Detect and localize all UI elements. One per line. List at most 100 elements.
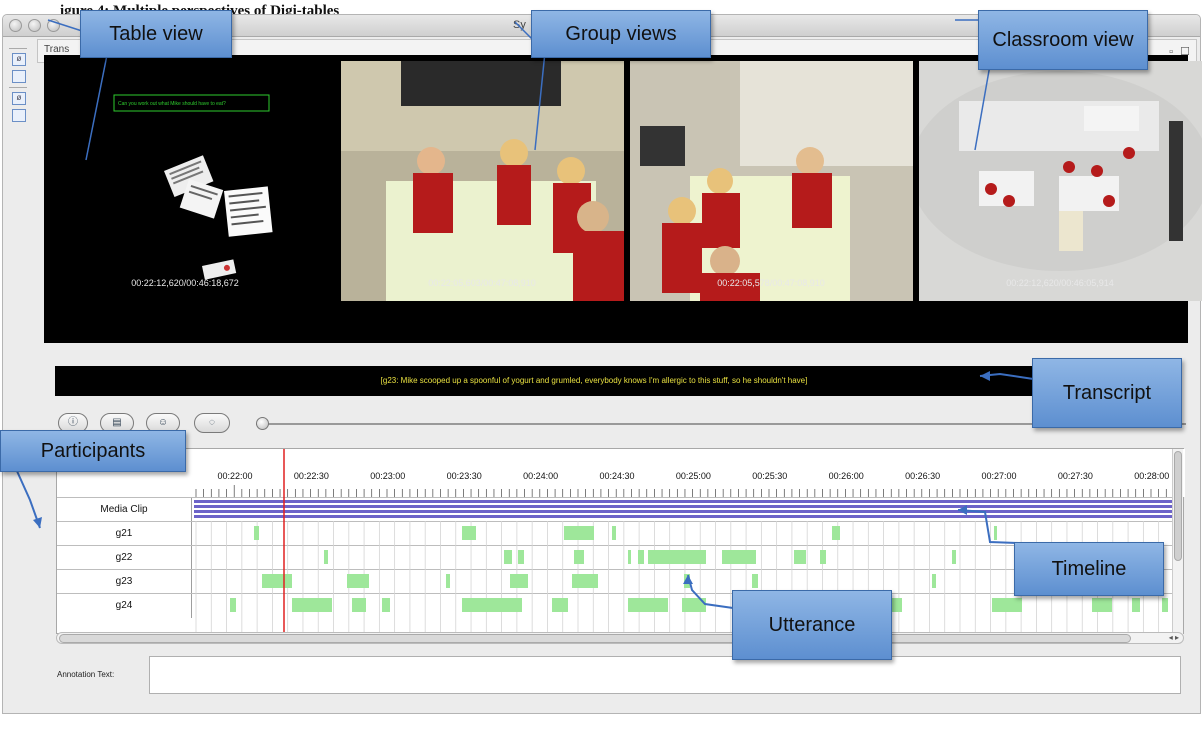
callout-transcript: Transcript <box>1032 358 1182 428</box>
group-view-1-image <box>341 61 624 301</box>
ruler-tick-label: 00:27:00 <box>981 471 1016 481</box>
tab-label: Trans <box>44 44 70 55</box>
utterance-block <box>832 526 840 540</box>
table-view-panel[interactable]: Can you work out what Mike should have t… <box>44 61 327 301</box>
utterance-block <box>952 550 956 564</box>
ruler-tick-label: 00:22:00 <box>217 471 252 481</box>
utterance-block <box>994 526 997 540</box>
ruler-tick-label: 00:23:00 <box>370 471 405 481</box>
utterance-block <box>752 574 758 588</box>
participant-label: g22 <box>57 546 192 570</box>
utterance-block <box>1132 598 1140 612</box>
callout-classroom-view: Classroom view <box>978 10 1148 70</box>
ruler-tick-label: 00:24:00 <box>523 471 558 481</box>
vertical-scrollbar[interactable] <box>1172 449 1183 635</box>
utterance-block <box>794 550 806 564</box>
utterance-block <box>820 550 826 564</box>
utterance-block <box>628 550 631 564</box>
annotation-label: Annotation Text: <box>57 670 115 679</box>
utterance-block <box>932 574 936 588</box>
utterance-block <box>1162 598 1168 612</box>
classroom-view-image <box>919 61 1202 301</box>
utterance-block <box>648 550 706 564</box>
ruler-tick-label: 00:22:30 <box>294 471 329 481</box>
window-icon[interactable] <box>12 70 26 83</box>
utterance-block <box>446 574 450 588</box>
utterance-block <box>292 598 332 612</box>
group-view-2-image <box>630 61 913 301</box>
utterance-block <box>504 550 512 564</box>
side-toolstrip: ø ø <box>9 45 31 175</box>
pin-icon[interactable]: ø <box>12 53 26 66</box>
utterance-block <box>518 550 524 564</box>
utterance-block <box>262 574 292 588</box>
participant-label: g23 <box>57 570 192 594</box>
utterance-block <box>684 574 690 588</box>
group-view-1-timestamp: 00:22:05,603/00:47:08,910 <box>428 278 536 288</box>
divider <box>9 87 27 88</box>
scroll-arrows-icon[interactable]: ◂ ▸ <box>1169 633 1179 643</box>
ruler-tick-label: 00:26:30 <box>905 471 940 481</box>
participant-label: g21 <box>57 522 192 546</box>
table-note-text: Can you work out what Mike should have t… <box>118 101 226 107</box>
ruler-tick-label: 00:25:30 <box>752 471 787 481</box>
utterance-block <box>462 526 476 540</box>
table-view-timestamp: 00:22:12,620/00:46:18,672 <box>131 278 239 288</box>
callout-participants: Participants <box>0 430 186 472</box>
timeline: 00:22:00 00:22:30 00:23:00 00:23:30 00:24:00… <box>56 448 1185 635</box>
video-area: Can you work out what Mike should have t… <box>44 55 1202 343</box>
annotation-text-field[interactable] <box>149 656 1181 694</box>
close-window-button[interactable] <box>9 19 22 32</box>
participant-label: Media Clip <box>57 498 192 522</box>
utterance-block <box>572 574 598 588</box>
ruler-tick-label: 00:27:30 <box>1058 471 1093 481</box>
callout-table-view: Table view <box>80 10 232 58</box>
utterance-block <box>462 598 522 612</box>
zoom-window-button[interactable] <box>47 19 60 32</box>
ruler-tick-label: 00:26:00 <box>829 471 864 481</box>
ruler-tick-label: 00:24:30 <box>599 471 634 481</box>
classroom-view-panel[interactable]: 00:22:12,620/00:46:05,914 <box>919 61 1202 301</box>
utterance-block <box>254 526 259 540</box>
media-clip-bar <box>194 505 1182 508</box>
utterance-block <box>574 550 584 564</box>
utterance-block <box>638 550 644 564</box>
group-view-2-panel[interactable]: 00:22:05,578/00:47:08,910 <box>630 61 913 301</box>
media-clip-bar <box>194 510 1182 513</box>
utterance-block <box>682 598 706 612</box>
media-clip-bar <box>194 500 1182 503</box>
window-icon[interactable] <box>12 109 26 122</box>
utterance-block <box>352 598 366 612</box>
time-ruler-svg: 00:22:00 00:22:30 00:23:00 00:23:30 00:24:00… <box>195 471 1182 497</box>
utterance-block <box>382 598 390 612</box>
figure: igure 4: Multiple perspectives of Digi-t… <box>0 0 1203 729</box>
horizontal-scrollbar[interactable]: ◂ ▸ <box>56 632 1184 644</box>
group-view-1-panel[interactable]: 00:22:05,603/00:47:08,910 <box>341 61 624 301</box>
media-clip-bar <box>194 515 1182 518</box>
playback-slider-knob[interactable] <box>256 417 269 430</box>
utterance-block <box>628 598 668 612</box>
classroom-view-timestamp: 00:22:12,620/00:46:05,914 <box>1006 278 1114 288</box>
comment-button[interactable]: ◌ <box>194 413 230 433</box>
utterance-block <box>892 598 902 612</box>
window-title: Sy <box>513 19 526 31</box>
playback-controls: ⓘ ▤ ☺ ◌ <box>58 413 1188 437</box>
utterance-block <box>552 598 568 612</box>
minimize-window-button[interactable] <box>28 19 41 32</box>
callout-timeline: Timeline <box>1014 542 1164 596</box>
ruler-tick-label: 00:23:30 <box>447 471 482 481</box>
transcript-bar: [g23: Mike scooped up a spoonful of yogu… <box>55 366 1133 396</box>
ruler-tick-label: 00:25:00 <box>676 471 711 481</box>
annotation-panel: Annotation Text: <box>43 652 1186 698</box>
vertical-scrollbar-thumb[interactable] <box>1174 451 1182 561</box>
time-ruler[interactable]: 00:22:00 00:22:30 00:23:00 00:23:30 00:24:00… <box>192 449 1185 497</box>
pin-icon[interactable]: ø <box>12 92 26 105</box>
callout-group-views: Group views <box>531 10 711 58</box>
utterance-block <box>722 550 756 564</box>
table-view-image: Can you work out what Mike should have t… <box>44 61 327 301</box>
utterance-block <box>612 526 616 540</box>
horizontal-scrollbar-thumb[interactable] <box>59 634 1131 643</box>
utterance-block <box>510 574 528 588</box>
utterance-block <box>564 526 594 540</box>
callout-utterance: Utterance <box>732 590 892 660</box>
